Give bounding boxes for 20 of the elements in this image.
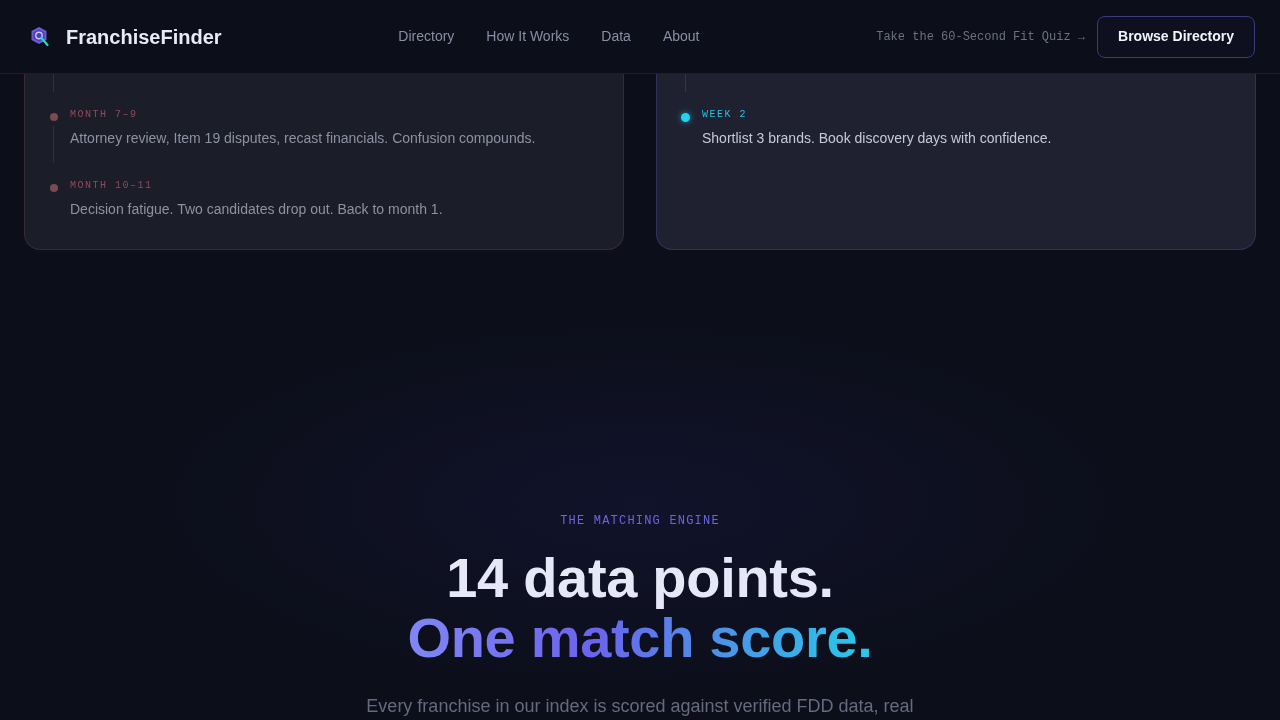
timeline-text: Attorney review, Item 19 disputes, recast financials. Confusion compounds. — [70, 129, 536, 148]
timeline-label: MONTH 7–9 — [70, 108, 139, 122]
timeline-text: Shortlist 3 brands. Book discovery days with confidence. — [702, 129, 1052, 148]
nav-link[interactable]: About — [662, 26, 700, 47]
timeline-dot-icon — [49, 113, 58, 121]
brand-link[interactable]: FranchiseFinder — [30, 21, 222, 52]
section-eyebrow: THE MATCHING ENGINE — [560, 514, 720, 528]
section-description: Every franchise in our index is scored against verified FDD data, real — [366, 695, 914, 718]
browse-directory-button[interactable]: Browse Directory — [1097, 15, 1255, 58]
nav-link[interactable]: Data — [601, 26, 631, 47]
logo-icon — [30, 25, 50, 48]
quiz-link[interactable]: Take the 60-Second Fit Quiz → — [876, 27, 1086, 46]
timeline-label: MONTH 10–11 — [70, 179, 154, 193]
timeline-dot-icon — [681, 113, 690, 122]
timeline-label: WEEK 2 — [702, 108, 748, 122]
timeline-text: Decision fatigue. Two candidates drop out. Back to month 1. — [70, 200, 443, 219]
timeline-dot-icon — [49, 184, 58, 192]
section-heading: 14 data points. — [446, 548, 834, 608]
nav-link[interactable]: Directory — [398, 26, 455, 47]
nav-link[interactable]: How It Works — [486, 26, 570, 47]
